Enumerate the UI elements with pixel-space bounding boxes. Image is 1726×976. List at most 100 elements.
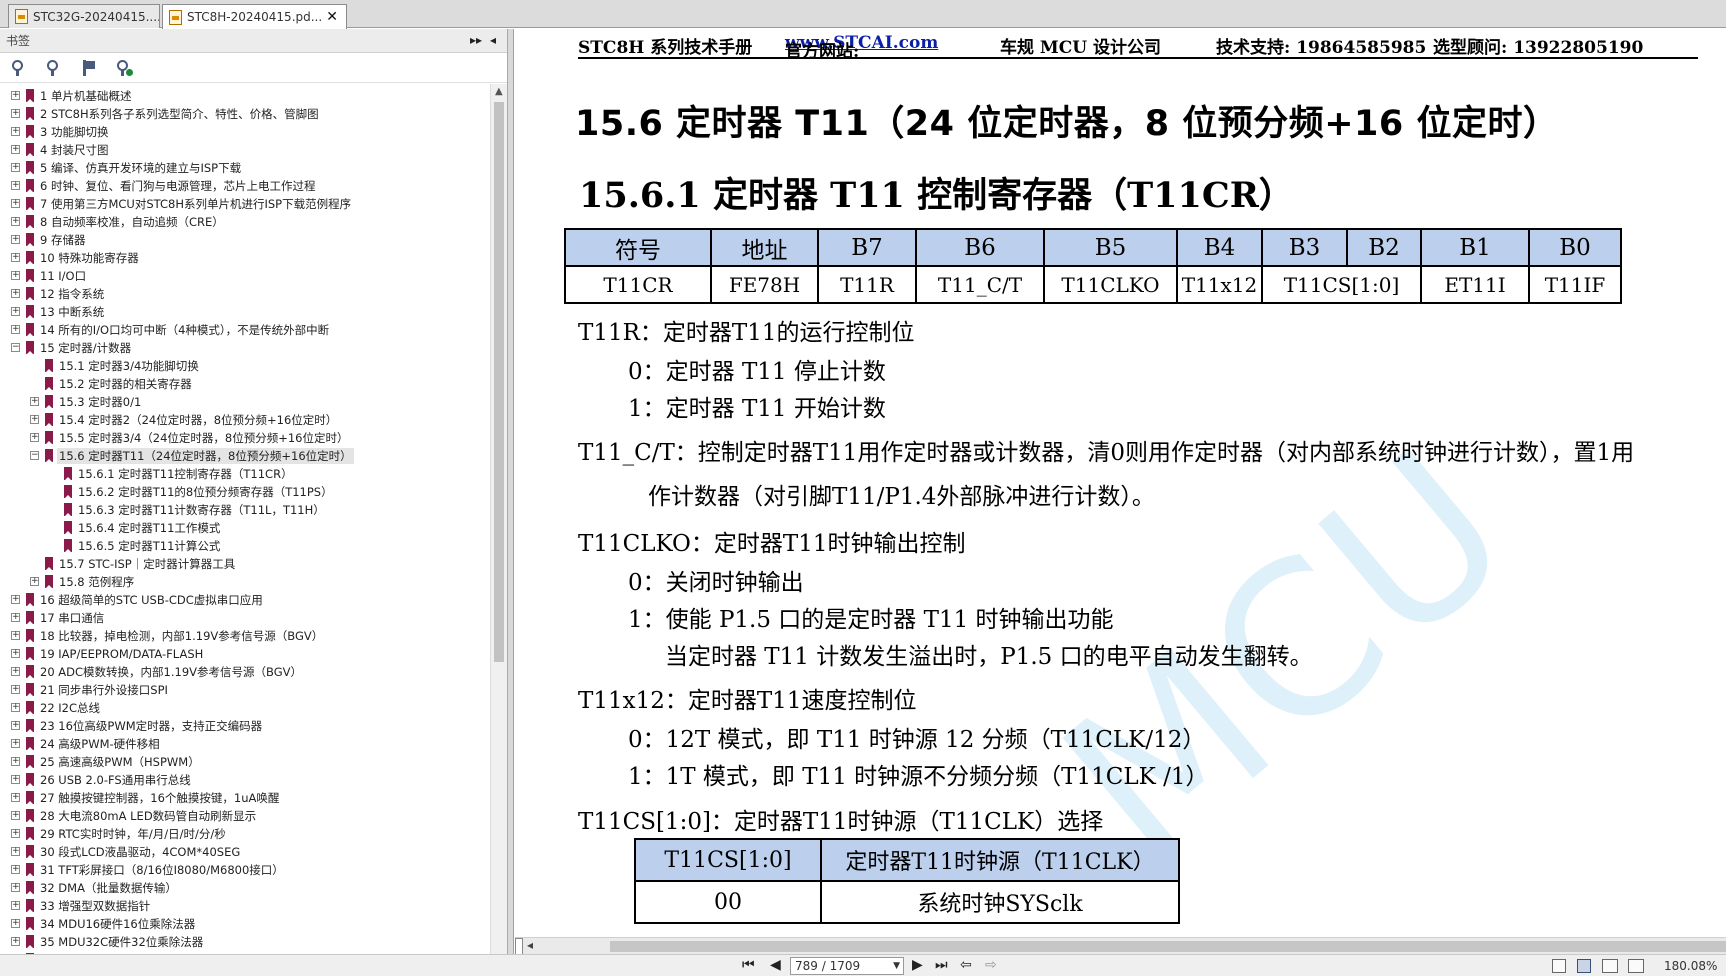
page-number-field[interactable]: 789 / 1709 ▼ (790, 957, 904, 975)
first-page-icon[interactable]: ⏮ (742, 957, 755, 973)
bookmark-item[interactable]: +4 封装尺寸图 (0, 141, 490, 159)
bookmark-item[interactable]: +22 I2C总线 (0, 699, 490, 717)
document-hscrollbar[interactable]: ◂ (515, 937, 1726, 955)
expand-icon[interactable]: + (11, 109, 20, 118)
expand-icon[interactable]: + (11, 793, 20, 802)
bookmark-item[interactable]: +31 TFT彩屏接口（8/16位I8080/M6800接口） (0, 861, 490, 879)
expand-icon[interactable]: + (11, 937, 20, 946)
bookmark-item[interactable]: +33 增强型双数据指针 (0, 897, 490, 915)
bookmark-item[interactable]: +15.5 定时器3/4（24位定时器，8位预分频+16位定时） (0, 429, 490, 447)
tab-stc32g[interactable]: STC32G-20240415.... (8, 4, 160, 28)
bookmark-item[interactable]: +9 存储器 (0, 231, 490, 249)
bookmark-item[interactable]: +15.3 定时器0/1 (0, 393, 490, 411)
expand-icon[interactable]: + (11, 271, 20, 280)
hscroll-thumb[interactable] (610, 941, 1726, 952)
bookmark-item[interactable]: 15.6.1 定时器T11控制寄存器（T11CR） (0, 465, 490, 483)
expand-icon[interactable]: + (11, 613, 20, 622)
expand-icon[interactable]: + (11, 649, 20, 658)
bookmark-item[interactable]: +7 使用第三方MCU对STC8H系列单片机进行ISP下载范例程序 (0, 195, 490, 213)
bookmark-item[interactable]: +28 大电流80mA LED数码管自动刷新显示 (0, 807, 490, 825)
collapse-icon[interactable]: − (30, 451, 39, 460)
bookmark-item[interactable]: +12 指令系统 (0, 285, 490, 303)
bookmark-item[interactable]: +18 比较器，掉电检测，内部1.19V参考信号源（BGV） (0, 627, 490, 645)
panel-splitter[interactable] (508, 29, 514, 976)
bookmark-item[interactable]: +35 MDU32C硬件32位乘除法器 (0, 933, 490, 951)
expand-icon[interactable]: + (11, 307, 20, 316)
continuous-facing-icon[interactable] (1628, 959, 1644, 973)
expand-icon[interactable]: + (11, 253, 20, 262)
continuous-page-icon[interactable] (1577, 959, 1591, 973)
expand-icon[interactable]: + (11, 883, 20, 892)
expand-icon[interactable]: + (11, 127, 20, 136)
expand-icon[interactable]: + (11, 919, 20, 928)
last-page-icon[interactable]: ⏭ (935, 957, 948, 973)
expand-icon[interactable]: + (11, 721, 20, 730)
scroll-thumb[interactable] (494, 102, 504, 662)
single-page-icon[interactable] (1552, 959, 1566, 973)
bookmark-item[interactable]: +15.4 定时器2（24位定时器，8位预分频+16位定时） (0, 411, 490, 429)
expand-icon[interactable]: + (11, 847, 20, 856)
expand-icon[interactable]: + (11, 217, 20, 226)
expand-icon[interactable]: + (11, 163, 20, 172)
expand-icon[interactable]: + (11, 325, 20, 334)
bookmark-item[interactable]: +34 MDU16硬件16位乘除法器 (0, 915, 490, 933)
chevron-down-icon[interactable]: ▼ (893, 958, 900, 974)
bookmark-item[interactable]: +19 IAP/EEPROM/DATA-FLASH (0, 645, 490, 663)
bookmark-item[interactable]: +32 DMA（批量数据传输） (0, 879, 490, 897)
expand-icon[interactable]: + (30, 415, 39, 424)
expand-icon[interactable]: + (11, 703, 20, 712)
bookmark-item[interactable]: 15.6.5 定时器T11计算公式 (0, 537, 490, 555)
bookmark-item[interactable]: − 15.6 定时器T11（24位定时器，8位预分频+16位定时） (0, 447, 490, 465)
bookmark-item[interactable]: +11 I/O口 (0, 267, 490, 285)
bookmark-item[interactable]: +13 中断系统 (0, 303, 490, 321)
scroll-left-icon[interactable]: ◂ (527, 938, 533, 952)
bookmark-item[interactable]: +8 自动频率校准，自动追频（CRE） (0, 213, 490, 231)
expand-icon[interactable]: + (11, 199, 20, 208)
next-page-icon[interactable]: ▶ (912, 957, 923, 973)
split-view-handle[interactable] (515, 938, 523, 955)
expand-icon[interactable]: + (11, 667, 20, 676)
bookmark-item[interactable]: +16 超级简单的STC USB-CDC虚拟串口应用 (0, 591, 490, 609)
expand-icon[interactable]: + (11, 901, 20, 910)
expand-icon[interactable]: + (30, 433, 39, 442)
forward-view-icon[interactable]: ⇨ (985, 957, 997, 973)
add-bookmark-icon[interactable] (80, 59, 98, 77)
bookmark-item[interactable]: +17 串口通信 (0, 609, 490, 627)
scroll-up-icon[interactable]: ▲ (495, 86, 503, 97)
bookmark-item[interactable]: +24 高级PWM-硬件移相 (0, 735, 490, 753)
expand-icon[interactable]: + (11, 181, 20, 190)
expand-icon[interactable]: + (11, 235, 20, 244)
bookmark-item[interactable]: +25 高速高级PWM（HSPWM） (0, 753, 490, 771)
sidebar-scrollbar[interactable]: ▲ ▼ (490, 84, 507, 976)
bookmark-item[interactable]: +23 16位高级PWM定时器，支持正交编码器 (0, 717, 490, 735)
collapse-icon[interactable]: − (11, 343, 20, 352)
tab-stc8h[interactable]: STC8H-20240415.pd... ✕ (162, 4, 347, 29)
expand-icon[interactable]: + (11, 757, 20, 766)
bookmark-item[interactable]: 15.6.2 定时器T11的8位预分频寄存器（T11PS） (0, 483, 490, 501)
bookmark-item[interactable]: +6 时钟、复位、看门狗与电源管理，芯片上电工作过程 (0, 177, 490, 195)
facing-pages-icon[interactable] (1602, 959, 1618, 973)
expand-icon[interactable]: + (30, 397, 39, 406)
bookmark-item[interactable]: 15.7 STC-ISP｜定时器计算器工具 (0, 555, 490, 573)
bookmark-item[interactable]: +26 USB 2.0-FS通用串行总线 (0, 771, 490, 789)
bookmark-item[interactable]: +21 同步串行外设接口SPI (0, 681, 490, 699)
bookmark-item[interactable]: − 15 定时器/计数器 (0, 339, 490, 357)
expand-icon[interactable]: + (11, 91, 20, 100)
expand-icon[interactable]: + (11, 289, 20, 298)
document-view[interactable]: MCU STC8H 系列技术手册 官方网站: www.STCAI.com 车规 … (515, 29, 1726, 937)
bookmark-item[interactable]: +15.8 范例程序 (0, 573, 490, 591)
bookmark-item[interactable]: 15.6.4 定时器T11工作模式 (0, 519, 490, 537)
bookmark-item[interactable]: +27 触摸按键控制器，16个触摸按键，1uA唤醒 (0, 789, 490, 807)
bookmark-item[interactable]: +5 编译、仿真开发环境的建立与ISP下载 (0, 159, 490, 177)
bookmark-item[interactable]: +1 单片机基础概述 (0, 87, 490, 105)
expand-icon[interactable]: + (11, 631, 20, 640)
expand-icon[interactable]: + (30, 577, 39, 586)
expand-icon[interactable]: + (11, 595, 20, 604)
collapse-panel-icon[interactable]: ◂ (490, 33, 496, 47)
prev-page-icon[interactable]: ◀ (770, 957, 781, 973)
back-view-icon[interactable]: ⇦ (960, 957, 972, 973)
expand-icon[interactable]: + (11, 811, 20, 820)
expand-bookmark-icon[interactable] (10, 59, 28, 77)
bookmark-item[interactable]: 15.2 定时器的相关寄存器 (0, 375, 490, 393)
bookmark-item[interactable]: +2 STC8H系列各子系列选型简介、特性、价格、管脚图 (0, 105, 490, 123)
